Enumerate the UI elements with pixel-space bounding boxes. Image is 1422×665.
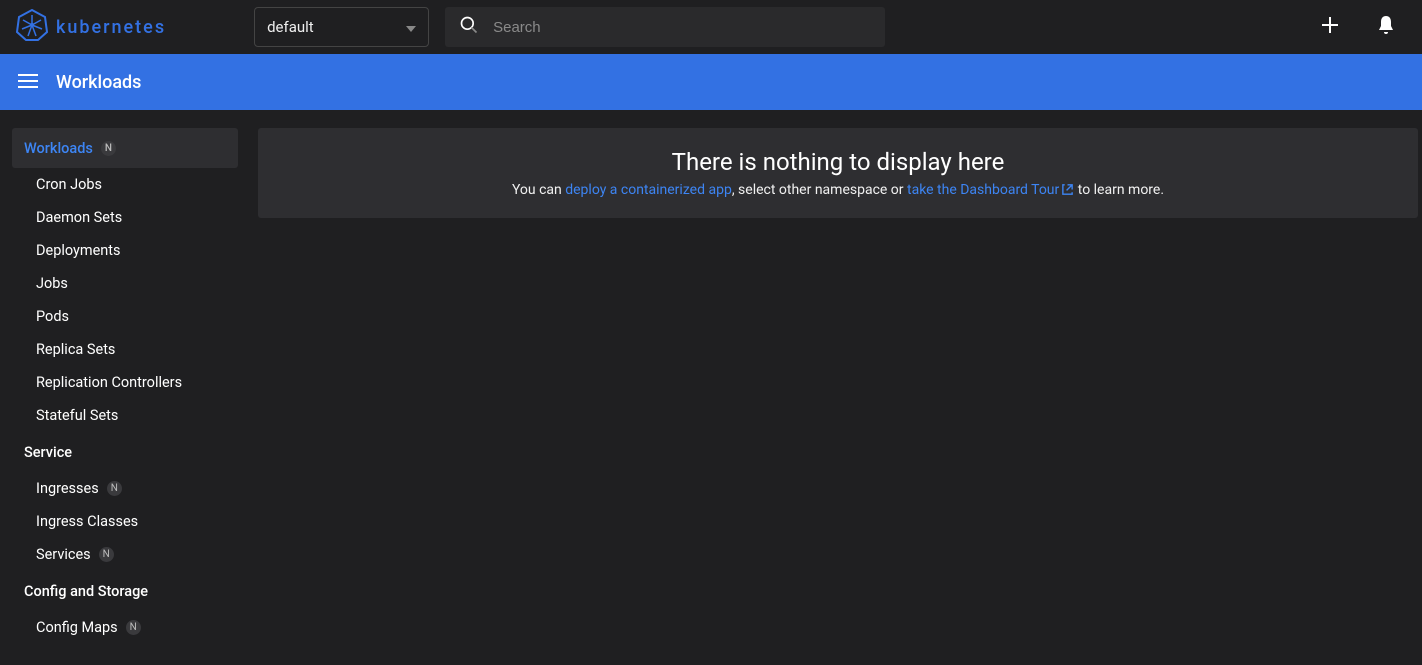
empty-state-title: There is nothing to display here (278, 148, 1398, 176)
create-button[interactable] (1310, 7, 1350, 47)
sidebar-item-label: Stateful Sets (36, 407, 118, 424)
sidebar-item-stateful-sets[interactable]: Stateful Sets (12, 399, 238, 432)
sidebar-item-replica-sets[interactable]: Replica Sets (12, 333, 238, 366)
sidebar-section-label: Service (24, 444, 72, 461)
sidebar-nav: Workloads N Cron Jobs Daemon Sets Deployment… (0, 110, 246, 665)
sidebar-item-label: Daemon Sets (36, 209, 122, 226)
sidebar-item-services[interactable]: Services N (12, 538, 238, 571)
hamburger-icon (18, 73, 38, 92)
namespace-selected-value: default (267, 18, 314, 36)
search-icon (459, 15, 479, 39)
namespaced-badge: N (126, 620, 141, 635)
dashboard-tour-link[interactable]: take the Dashboard Tour (907, 182, 1074, 198)
sidebar-section-label: Workloads (24, 140, 93, 157)
external-link-icon (1061, 183, 1074, 200)
sidebar-item-ingresses[interactable]: Ingresses N (12, 472, 238, 505)
sidebar-item-daemon-sets[interactable]: Daemon Sets (12, 201, 238, 234)
sidebar-item-cron-jobs[interactable]: Cron Jobs (12, 168, 238, 201)
sidebar-item-jobs[interactable]: Jobs (12, 267, 238, 300)
dashboard-tour-link-label: take the Dashboard Tour (907, 182, 1059, 198)
notifications-button[interactable] (1366, 7, 1406, 47)
sidebar-item-label: Replica Sets (36, 341, 115, 358)
sidebar-item-label: Ingresses (36, 480, 99, 497)
chevron-down-icon (406, 18, 416, 36)
main-area: Workloads N Cron Jobs Daemon Sets Deployment… (0, 110, 1422, 665)
namespace-select[interactable]: default (254, 7, 429, 47)
namespaced-badge: N (101, 141, 116, 156)
bell-icon (1377, 15, 1395, 39)
sidebar-item-label: Services (36, 546, 91, 563)
sidebar-item-label: Jobs (36, 275, 68, 292)
sidebar-item-config-maps[interactable]: Config Maps N (12, 611, 238, 644)
sidebar-item-replication-controllers[interactable]: Replication Controllers (12, 366, 238, 399)
action-bar: Workloads (0, 54, 1422, 110)
sidebar-item-label: Config Maps (36, 619, 118, 636)
logo-text: kubernetes (56, 17, 166, 38)
namespaced-badge: N (107, 481, 122, 496)
empty-state-card: There is nothing to display here You can… (258, 128, 1418, 218)
sidebar-item-label: Cron Jobs (36, 176, 102, 193)
empty-state-subtitle: You can deploy a containerized app, sele… (278, 182, 1398, 200)
sidebar-section-workloads[interactable]: Workloads N (12, 128, 238, 168)
sidebar-item-label: Ingress Classes (36, 513, 138, 530)
sidebar-section-label: Config and Storage (24, 583, 148, 600)
deploy-app-link[interactable]: deploy a containerized app (565, 182, 732, 198)
top-bar: kubernetes default (0, 0, 1422, 54)
empty-text-mid: , select other namespace or (732, 182, 907, 198)
sidebar-section-config-and-storage[interactable]: Config and Storage (12, 571, 238, 611)
plus-icon (1321, 16, 1339, 38)
sidebar-item-ingress-classes[interactable]: Ingress Classes (12, 505, 238, 538)
namespaced-badge: N (99, 547, 114, 562)
content-area: There is nothing to display here You can… (246, 110, 1422, 665)
sidebar-section-service[interactable]: Service (12, 432, 238, 472)
empty-text-post: to learn more. (1074, 182, 1164, 198)
sidebar-item-label: Pods (36, 308, 69, 325)
search-input[interactable] (493, 19, 871, 36)
sidebar-item-pods[interactable]: Pods (12, 300, 238, 333)
page-title: Workloads (56, 72, 141, 93)
empty-text-pre: You can (512, 182, 565, 198)
sidebar-item-label: Replication Controllers (36, 374, 182, 391)
sidebar-item-label: Deployments (36, 242, 121, 259)
menu-toggle-button[interactable] (16, 70, 40, 94)
kubernetes-logo-icon (16, 9, 48, 45)
search-box[interactable] (445, 7, 885, 47)
sidebar-item-deployments[interactable]: Deployments (12, 234, 238, 267)
logo[interactable]: kubernetes (16, 9, 166, 45)
